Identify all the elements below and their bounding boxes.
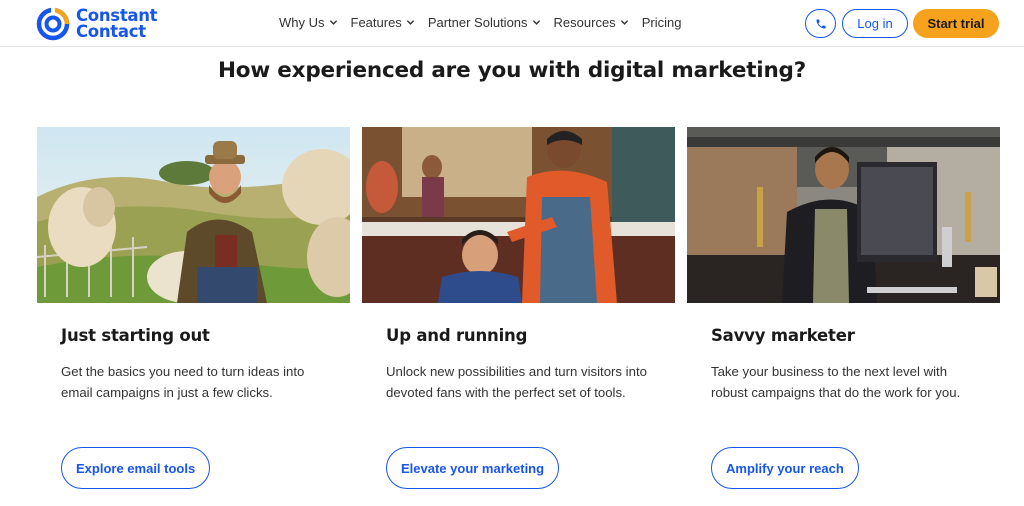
nav-item-why-us[interactable]: Why Us [279, 15, 338, 30]
start-trial-button[interactable]: Start trial [913, 9, 999, 38]
brand-wordmark: Constant Contact [76, 7, 158, 41]
chevron-down-icon [532, 20, 540, 25]
card-title: Up and running [386, 326, 528, 345]
card-description: Unlock new possibilities and turn visito… [386, 364, 647, 400]
farmer-with-sheep-image [37, 127, 350, 303]
card-image-office [687, 127, 1000, 303]
main-nav: Why Us Features Partner Solutions Resour… [279, 15, 681, 30]
constant-contact-logo-icon [36, 7, 70, 41]
card-image-farmer [37, 127, 350, 303]
nav-label: Partner Solutions [427, 15, 528, 30]
site-header: Constant Contact Why Us Features Partner… [0, 0, 1024, 47]
phone-button[interactable] [805, 9, 836, 38]
nav-label: Features [350, 15, 402, 30]
amplify-your-reach-button[interactable]: Amplify your reach [711, 447, 859, 489]
chevron-down-icon [620, 20, 628, 25]
card-description: Take your business to the next level wit… [711, 364, 961, 400]
nav-item-resources[interactable]: Resources [554, 15, 629, 30]
woman-at-computer-image [687, 127, 1000, 303]
experience-card-intermediate: Up and running Unlock new possibilities … [362, 127, 675, 489]
nav-item-pricing[interactable]: Pricing [642, 15, 682, 30]
nav-label: Why Us [279, 15, 325, 30]
elevate-your-marketing-button[interactable]: Elevate your marketing [386, 447, 560, 489]
nav-label: Resources [553, 15, 616, 30]
card-title: Just starting out [61, 326, 210, 345]
experience-card-advanced: Savvy marketer Take your business to the… [687, 127, 1000, 489]
explore-email-tools-button[interactable]: Explore email tools [61, 447, 211, 489]
nav-item-features[interactable]: Features [351, 15, 415, 30]
nav-item-partner-solutions[interactable]: Partner Solutions [428, 15, 541, 30]
card-image-barber [362, 127, 675, 303]
page-title: How experienced are you with digital mar… [217, 58, 807, 83]
nav-label: Pricing [641, 15, 682, 30]
brand-line-2: Contact [76, 22, 146, 41]
chevron-down-icon [329, 20, 337, 25]
card-description: Get the basics you need to turn ideas in… [61, 364, 305, 400]
experience-card-beginner: Just starting out Get the basics you nee… [37, 127, 350, 489]
login-button[interactable]: Log in [842, 9, 908, 38]
barber-shop-image [362, 127, 675, 303]
brand-logo[interactable]: Constant Contact [36, 6, 158, 42]
phone-icon [816, 19, 825, 28]
chevron-down-icon [406, 20, 414, 25]
card-title: Savvy marketer [711, 326, 855, 345]
